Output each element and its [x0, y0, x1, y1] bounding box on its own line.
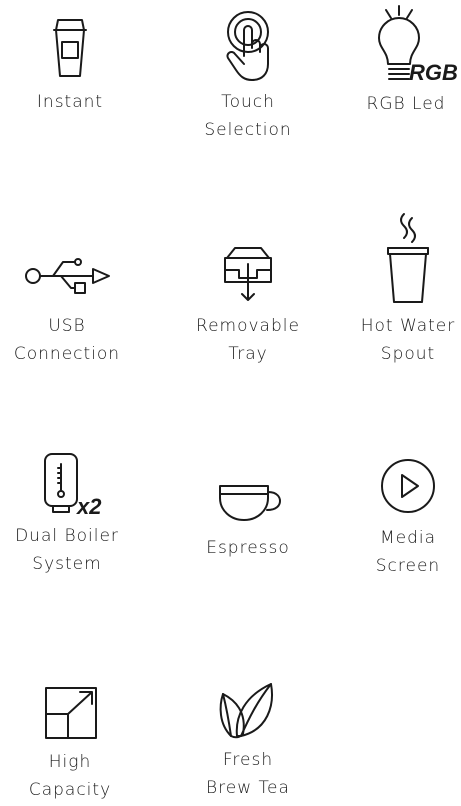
hot-water-cup-icon [387, 213, 429, 303]
boiler-icon: x2 [44, 453, 102, 519]
feature-instant: Instant [0, 14, 145, 116]
feature-label: Instant [36, 92, 104, 112]
tray-icon [224, 247, 272, 301]
feature-fresh-brew-tea: Fresh Brew Tea [173, 678, 323, 802]
espresso-cup-icon [219, 485, 281, 521]
expand-icon [45, 687, 97, 739]
feature-label: High Capacity [28, 752, 112, 800]
feature-label: RGB Led [366, 94, 446, 114]
rgb-icon-text: RGB [409, 60, 458, 85]
play-icon [381, 459, 435, 513]
feature-usb-connection: USB Connection [0, 246, 142, 368]
touch-icon [226, 11, 269, 81]
feature-rgb-led: RGB RGB Led [331, 5, 461, 118]
cup-icon [53, 19, 87, 77]
feature-label: Dual Boiler System [15, 526, 119, 574]
feature-label: Fresh Brew Tea [206, 750, 290, 798]
feature-label: Media Screen [375, 528, 441, 576]
feature-hot-water-spout: Hot Water Spout [333, 208, 461, 368]
feature-label: Espresso [206, 538, 290, 558]
boiler-icon-text: x2 [76, 494, 102, 519]
feature-label: Hot Water Spout [360, 316, 456, 364]
feature-espresso: Espresso [173, 480, 323, 562]
feature-dual-boiler-system: x2 Dual Boiler System [0, 452, 142, 578]
feature-label: Touch Selection [204, 92, 292, 140]
feature-media-screen: Media Screen [333, 456, 461, 580]
usb-icon [25, 258, 110, 294]
feature-label: Removable Tray [196, 316, 300, 364]
feature-removable-tray: Removable Tray [173, 244, 323, 368]
feature-label: USB Connection [13, 316, 121, 364]
bulb-icon: RGB [378, 5, 458, 85]
feature-touch-selection: Touch Selection [173, 8, 323, 144]
feature-high-capacity: High Capacity [0, 684, 145, 804]
leaves-icon [219, 683, 273, 739]
